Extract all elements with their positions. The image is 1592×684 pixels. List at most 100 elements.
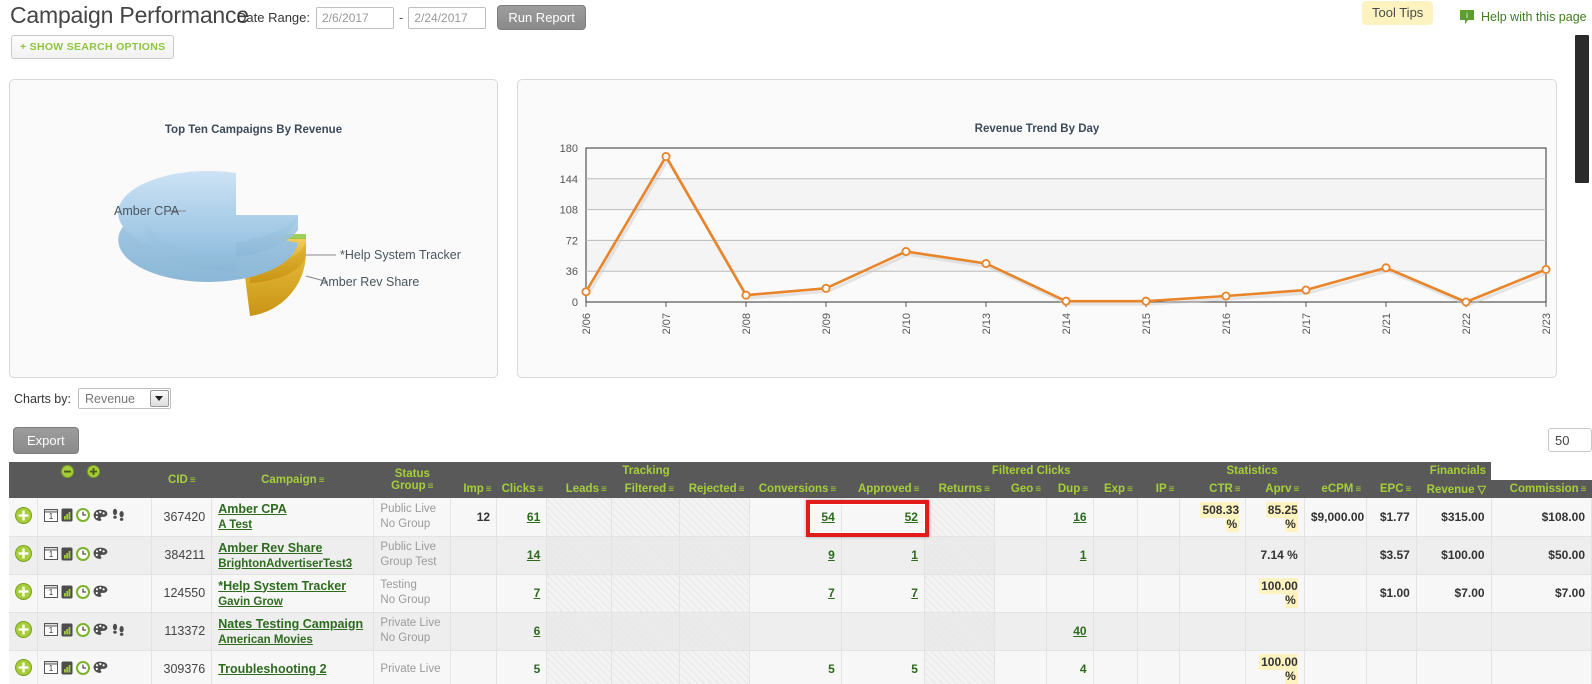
cell-link[interactable]: 4 [1080, 662, 1087, 676]
cell-link[interactable]: 40 [1073, 624, 1086, 638]
cell-link[interactable]: 54 [821, 510, 834, 524]
run-report-button[interactable]: Run Report [497, 5, 586, 30]
palette-icon[interactable] [93, 585, 108, 601]
clock-icon[interactable] [76, 508, 91, 525]
cell-link[interactable]: 7 [911, 586, 918, 600]
row-icons[interactable]: 1 [37, 536, 153, 575]
col-header-campaign[interactable]: Campaign ≡ [211, 462, 374, 498]
cell-campaign[interactable]: Amber CPA A Test [211, 498, 375, 537]
col-header-conversions[interactable]: Conversions ≡ [749, 480, 842, 498]
campaign-link[interactable]: Amber Rev Share [218, 541, 367, 555]
cell-link[interactable]: 5 [911, 662, 918, 676]
collapse-all-icon[interactable] [61, 464, 77, 478]
calendar-icon[interactable]: 1 [44, 508, 59, 525]
campaign-link[interactable]: *Help System Tracker [218, 579, 367, 593]
palette-icon[interactable] [93, 623, 108, 639]
cell-link[interactable]: 1 [911, 548, 918, 562]
col-header-dup[interactable]: Dup ≡ [1046, 480, 1094, 498]
row-expand-button[interactable] [9, 574, 39, 613]
mobile-chart-icon[interactable] [61, 661, 73, 678]
table-row[interactable]: 1 113372 Nates Testing Campaign American Mo… [9, 612, 1592, 651]
col-header-geo[interactable]: Geo ≡ [994, 480, 1047, 498]
row-icons[interactable]: 1 [37, 612, 153, 651]
advertiser-link[interactable]: BrightonAdvertiserTest3 [218, 558, 367, 570]
cell-link[interactable]: 9 [828, 548, 835, 562]
campaign-link[interactable]: Nates Testing Campaign [218, 617, 367, 631]
row-expand-button[interactable] [9, 498, 39, 537]
cell-link[interactable]: 61 [527, 510, 540, 524]
row-icons[interactable]: 1 [37, 574, 153, 613]
table-row[interactable]: 1 309376 Troubleshooting 2 Private Live 5 5 5 4… [9, 650, 1592, 684]
cell-link[interactable]: 5 [534, 662, 541, 676]
cell-campaign[interactable]: Amber Rev Share BrightonAdvertiserTest3 [211, 536, 375, 575]
advertiser-link[interactable]: A Test [218, 519, 367, 531]
clock-icon[interactable] [76, 660, 91, 678]
col-header-ecpm[interactable]: eCPM ≡ [1304, 480, 1367, 498]
table-row[interactable]: 1 367420 Amber CPA A Test Public Live No Grou… [9, 498, 1592, 537]
cell-link[interactable]: 16 [1073, 510, 1086, 524]
col-header-exp[interactable]: Exp ≡ [1093, 480, 1138, 498]
cell-link[interactable]: 52 [905, 510, 918, 524]
campaign-link[interactable]: Troubleshooting 2 [218, 662, 367, 676]
tool-tips-badge[interactable]: Tool Tips [1362, 1, 1434, 25]
calendar-icon[interactable]: 1 [44, 623, 59, 639]
col-header-imp[interactable]: Imp ≡ [450, 480, 497, 498]
calendar-icon[interactable]: 1 [44, 661, 59, 677]
advertiser-link[interactable]: American Movies [218, 634, 367, 646]
palette-icon[interactable] [93, 661, 108, 677]
mobile-chart-icon[interactable] [61, 623, 73, 640]
cell-campaign[interactable]: Troubleshooting 2 [211, 650, 375, 684]
col-header-filtered[interactable]: Filtered ≡ [611, 480, 680, 498]
palette-icon[interactable] [93, 547, 108, 563]
cell-link[interactable]: 5 [828, 662, 835, 676]
col-header-leads[interactable]: Leads ≡ [546, 480, 612, 498]
col-header-rejected[interactable]: Rejected ≡ [679, 480, 750, 498]
col-header-cid[interactable]: CID ≡ [151, 462, 212, 498]
table-row[interactable]: 1 384211 Amber Rev Share BrightonAdvertiser… [9, 536, 1592, 575]
mobile-chart-icon[interactable] [61, 508, 73, 525]
row-expand-button[interactable] [9, 650, 39, 684]
vertical-scrollbar-thumb[interactable] [1575, 35, 1589, 183]
cell-campaign[interactable]: *Help System Tracker Gavin Grow [211, 574, 375, 613]
help-link[interactable]: i Help with this page [1460, 10, 1587, 24]
footsteps-icon[interactable] [111, 623, 126, 640]
chevron-down-icon[interactable] [149, 390, 169, 407]
mobile-chart-icon[interactable] [61, 547, 73, 564]
col-header-returns[interactable]: Returns ≡ [924, 480, 995, 498]
col-header-revenue[interactable]: Revenue ▽ [1416, 480, 1492, 498]
mobile-chart-icon[interactable] [61, 585, 73, 602]
show-search-options-button[interactable]: + SHOW SEARCH OPTIONS [11, 35, 175, 59]
row-expand-button[interactable] [9, 536, 39, 575]
campaign-link[interactable]: Amber CPA [218, 502, 367, 516]
expand-all-icon[interactable] [86, 464, 100, 478]
calendar-icon[interactable]: 1 [44, 547, 59, 563]
col-header-ip[interactable]: IP ≡ [1137, 480, 1180, 498]
cell-link[interactable]: 6 [534, 624, 541, 638]
cell-link[interactable]: 14 [527, 548, 540, 562]
col-header-aprv[interactable]: Aprv ≡ [1245, 480, 1305, 498]
expand-collapse-header[interactable] [9, 462, 152, 480]
clock-icon[interactable] [76, 584, 91, 602]
date-from-input[interactable] [316, 6, 394, 29]
col-header-status-group[interactable]: Status Group ≡ [373, 462, 451, 498]
clock-icon[interactable] [76, 546, 91, 564]
date-to-input[interactable] [408, 6, 487, 29]
col-header-epc[interactable]: EPC ≡ [1366, 480, 1417, 498]
charts-by-select[interactable]: Revenue [77, 388, 171, 409]
advertiser-link[interactable]: Gavin Grow [218, 596, 367, 608]
col-header-approved[interactable]: Approved ≡ [841, 480, 925, 498]
table-row[interactable]: 1 124550 *Help System Tracker Gavin Grow Tes… [9, 574, 1592, 613]
row-icons[interactable]: 1 [37, 498, 153, 537]
col-header-ctr[interactable]: CTR ≡ [1179, 480, 1246, 498]
col-header-commission[interactable]: Commission ≡ [1491, 480, 1592, 498]
cell-campaign[interactable]: Nates Testing Campaign American Movies [211, 612, 375, 651]
palette-icon[interactable] [93, 509, 108, 525]
col-header-clicks[interactable]: Clicks ≡ [496, 480, 547, 498]
calendar-icon[interactable]: 1 [44, 585, 59, 601]
footsteps-icon[interactable] [111, 508, 126, 525]
rows-per-page-input[interactable] [1548, 428, 1592, 452]
row-expand-button[interactable] [9, 612, 39, 651]
row-icons[interactable]: 1 [37, 650, 153, 684]
clock-icon[interactable] [76, 622, 91, 640]
cell-link[interactable]: 7 [828, 586, 835, 600]
